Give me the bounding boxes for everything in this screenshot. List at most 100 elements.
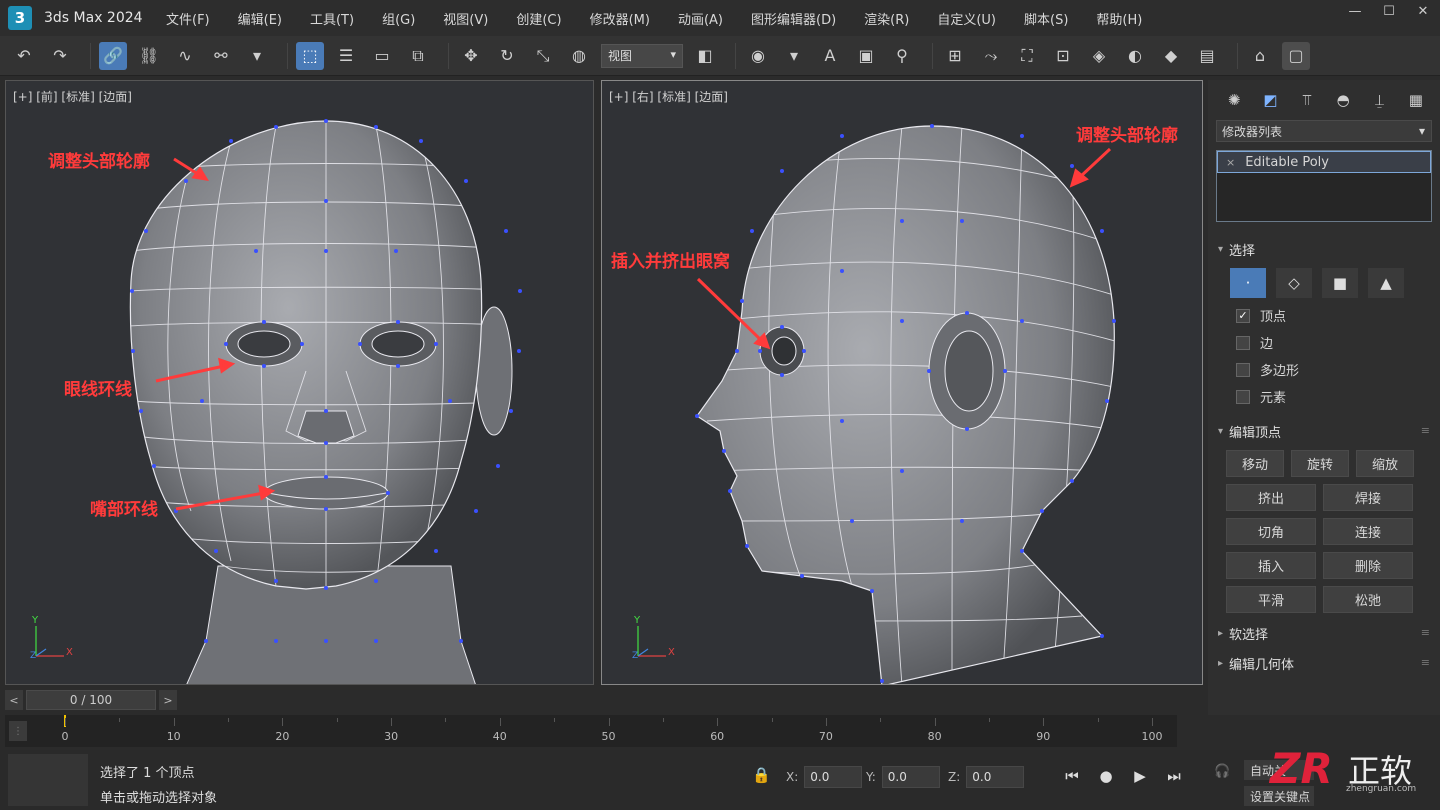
- modify-tab-icon[interactable]: ◩: [1252, 88, 1288, 112]
- menu-edit[interactable]: 编辑(E): [238, 9, 282, 28]
- checkbox[interactable]: [1236, 362, 1250, 377]
- option-vertex[interactable]: ✓ 顶点: [1208, 302, 1440, 329]
- scene-explorer-icon[interactable]: ⊞: [941, 42, 969, 70]
- utilities-tab-icon[interactable]: ▦: [1398, 88, 1434, 112]
- pivot-icon[interactable]: ◧: [691, 42, 719, 70]
- menu-help[interactable]: 帮助(H): [1096, 9, 1142, 28]
- scale-button[interactable]: 缩放: [1356, 450, 1414, 477]
- curve-editor-icon[interactable]: ⤳: [977, 42, 1005, 70]
- menu-animation[interactable]: 动画(A): [678, 9, 723, 28]
- connect-button[interactable]: 连接: [1323, 518, 1413, 545]
- modifier-list-dropdown[interactable]: 修改器列表: [1216, 120, 1432, 142]
- rect-selection-icon[interactable]: ▭: [368, 42, 396, 70]
- smooth-button[interactable]: 平滑: [1226, 586, 1316, 613]
- coord-x-field[interactable]: 0.0: [804, 766, 863, 788]
- move-button[interactable]: 移动: [1226, 450, 1284, 477]
- edge-mode-icon[interactable]: ◇: [1276, 268, 1312, 298]
- text-tool-icon[interactable]: A: [816, 42, 844, 70]
- coord-y-field[interactable]: 0.0: [881, 766, 940, 788]
- workspace-icon[interactable]: ▢: [1282, 41, 1310, 70]
- menu-views[interactable]: 视图(V): [443, 9, 488, 28]
- track-bar[interactable]: ⋮ 0 10 20 30 40 50 60 70 80 90 100: [5, 715, 1177, 747]
- go-to-start-icon[interactable]: ⏮: [1055, 764, 1089, 788]
- lock-icon[interactable]: 🔒: [752, 766, 771, 784]
- rotate-icon[interactable]: ↻: [493, 42, 521, 70]
- create-tab-icon[interactable]: ✺: [1216, 88, 1252, 112]
- unlink-icon[interactable]: ⛓: [135, 42, 163, 70]
- rotate-button[interactable]: 旋转: [1291, 450, 1349, 477]
- place-icon[interactable]: ◍: [565, 42, 593, 70]
- image-icon[interactable]: ▣: [852, 42, 880, 70]
- hierarchy-tab-icon[interactable]: ⫪: [1289, 88, 1325, 112]
- link-icon[interactable]: 🔗: [99, 41, 127, 70]
- chain-icon[interactable]: ⚯: [207, 42, 235, 70]
- option-edge[interactable]: 边: [1208, 329, 1440, 356]
- auto-key-icon[interactable]: 🎧: [1214, 764, 1230, 779]
- option-polygon[interactable]: 多边形: [1208, 356, 1440, 383]
- menu-group[interactable]: 组(G): [382, 9, 415, 28]
- render-frame-icon[interactable]: ◐: [1121, 42, 1149, 70]
- weld-button[interactable]: 焊接: [1323, 484, 1413, 511]
- snap-icon[interactable]: ◉: [744, 42, 772, 70]
- maxscript-listener[interactable]: [8, 754, 88, 806]
- prev-frame-button[interactable]: <: [5, 690, 23, 710]
- menu-modifiers[interactable]: 修改器(M): [590, 9, 650, 28]
- viewport-right[interactable]: [+] [右] [标准] [边面] 调整头部轮廓 插入并挤出眼窝 Y X Z: [601, 80, 1203, 685]
- app-logo-icon[interactable]: 3: [8, 6, 32, 30]
- rollout-menu-icon[interactable]: ≡: [1421, 626, 1430, 639]
- menu-graph-editors[interactable]: 图形编辑器(D): [751, 9, 836, 28]
- render-setup-icon[interactable]: ◈: [1085, 42, 1113, 70]
- menu-rendering[interactable]: 渲染(R): [864, 9, 909, 28]
- key-mode-icon[interactable]: ●: [1089, 764, 1123, 788]
- dropdown-arrow-icon[interactable]: ▾: [243, 42, 271, 70]
- close-button[interactable]: ✕: [1406, 0, 1440, 22]
- delete-button[interactable]: 删除: [1323, 552, 1413, 579]
- undo-icon[interactable]: ↶: [10, 42, 38, 70]
- maximize-button[interactable]: ☐: [1372, 0, 1406, 22]
- rollout-menu-icon[interactable]: ≡: [1421, 656, 1430, 669]
- play-icon[interactable]: ▶: [1123, 764, 1157, 788]
- material-link-icon[interactable]: ⚲: [888, 42, 916, 70]
- next-frame-button[interactable]: >: [159, 690, 177, 710]
- menu-create[interactable]: 创建(C): [516, 9, 561, 28]
- menu-file[interactable]: 文件(F): [166, 9, 210, 28]
- coord-z-field[interactable]: 0.0: [966, 766, 1025, 788]
- close-icon[interactable]: ×: [1226, 156, 1235, 169]
- vertex-mode-icon[interactable]: ·: [1230, 268, 1266, 298]
- stack-item-editable-poly[interactable]: × Editable Poly: [1217, 151, 1431, 173]
- checkbox[interactable]: [1236, 335, 1250, 350]
- material-editor-icon[interactable]: ⊡: [1049, 42, 1077, 70]
- select-by-name-icon[interactable]: ☰: [332, 42, 360, 70]
- schematic-view-icon[interactable]: ⛶: [1013, 42, 1041, 70]
- reference-coord-select[interactable]: 视图: [601, 43, 683, 68]
- checkbox[interactable]: [1236, 389, 1250, 404]
- render-window-icon[interactable]: ▤: [1193, 42, 1221, 70]
- display-tab-icon[interactable]: ⍊: [1361, 88, 1397, 112]
- key-filter-icon[interactable]: ⋮: [9, 721, 27, 741]
- select-object-icon[interactable]: ⬚: [296, 41, 324, 70]
- viewport-label-right[interactable]: [+] [右] [标准] [边面]: [609, 88, 728, 105]
- rollout-edit-vertices[interactable]: 编辑顶点 ≡: [1208, 418, 1440, 444]
- time-slider-thumb[interactable]: 0 / 100: [26, 690, 156, 710]
- checkbox[interactable]: ✓: [1236, 308, 1250, 323]
- project-icon[interactable]: ⌂: [1246, 42, 1274, 70]
- go-to-end-icon[interactable]: ⏭: [1157, 764, 1191, 788]
- bind-space-warp-icon[interactable]: ∿: [171, 42, 199, 70]
- move-icon[interactable]: ✥: [457, 42, 485, 70]
- inset-button[interactable]: 插入: [1226, 552, 1316, 579]
- extrude-button[interactable]: 挤出: [1226, 484, 1316, 511]
- menu-tools[interactable]: 工具(T): [310, 9, 354, 28]
- rollout-menu-icon[interactable]: ≡: [1421, 424, 1430, 437]
- option-element[interactable]: 元素: [1208, 383, 1440, 410]
- viewport-label-front[interactable]: [+] [前] [标准] [边面]: [13, 88, 132, 105]
- polygon-mode-icon[interactable]: ■: [1322, 268, 1358, 298]
- relax-button[interactable]: 松弛: [1323, 586, 1413, 613]
- dropdown-arrow-icon[interactable]: ▾: [780, 42, 808, 70]
- element-mode-icon[interactable]: ▲: [1368, 268, 1404, 298]
- menu-customize[interactable]: 自定义(U): [937, 9, 996, 28]
- rollout-edit-geometry[interactable]: 编辑几何体 ≡: [1208, 650, 1440, 676]
- rollout-soft-selection[interactable]: 软选择 ≡: [1208, 620, 1440, 646]
- rollout-selection[interactable]: 选择: [1208, 236, 1440, 262]
- window-crossing-icon[interactable]: ⧉: [404, 42, 432, 70]
- minimize-button[interactable]: —: [1338, 0, 1372, 22]
